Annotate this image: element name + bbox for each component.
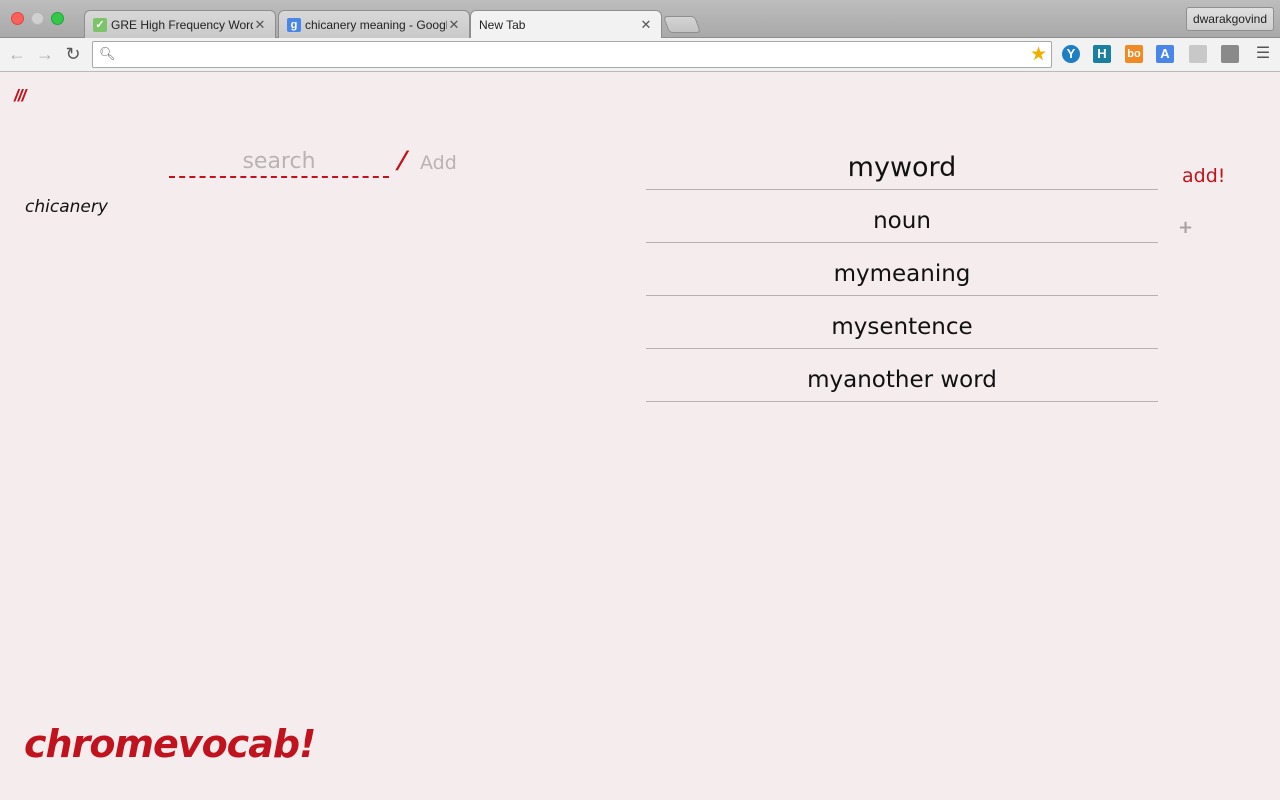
list-item[interactable]: chicanery [25,196,108,218]
tab-close-icon[interactable]: ✕ [447,17,461,33]
minimize-window-button[interactable] [31,12,44,25]
google-icon: g [287,17,301,32]
separator-slash: / [394,146,411,174]
meaning-field[interactable] [646,252,1158,296]
extension-puzzle-icon[interactable] [1221,45,1239,63]
tab-label: chicanery meaning - Googl [305,17,447,32]
close-window-button[interactable] [11,12,24,25]
new-tab-button[interactable] [662,16,702,33]
another-word-field[interactable] [646,358,1158,402]
yoono-icon[interactable]: Y [1062,45,1080,63]
add-field-plus-icon[interactable]: + [1178,217,1193,238]
address-bar[interactable]: 🔍︎ ★ [92,41,1052,68]
reload-icon[interactable]: ↻ [62,43,84,65]
word-list: chicanery [25,196,108,218]
zoom-window-button[interactable] [51,12,64,25]
word-field[interactable] [646,146,1158,190]
app-logo-mark: /// [14,86,26,105]
sentence-field[interactable] [646,305,1158,349]
hacker-news-icon[interactable]: H [1093,45,1111,63]
bookmark-star-icon[interactable]: ★ [1030,43,1047,66]
tab-close-icon[interactable]: ✕ [639,17,653,33]
tab-label: GRE High Frequency Word [111,17,253,32]
browser-tab-new-tab[interactable]: New Tab ✕ [470,10,662,39]
add-mode-link[interactable]: Add [420,152,457,174]
window-titlebar: ✓ GRE High Frequency Word ✕ g chicanery … [0,0,1280,39]
brand-logo: chromevocab! [24,722,316,766]
extension-gray-icon[interactable] [1189,45,1207,63]
bo-icon[interactable]: bo [1125,45,1143,63]
search-input[interactable] [169,146,389,178]
search-icon: 🔍︎ [99,46,116,61]
tab-close-icon[interactable]: ✕ [253,17,267,33]
browser-tab-gre[interactable]: ✓ GRE High Frequency Word ✕ [84,10,276,38]
add-word-button[interactable]: add! [1182,165,1225,187]
word-type-field[interactable] [646,199,1158,243]
menu-hamburger-icon[interactable]: ☰ [1252,43,1274,65]
tab-label: New Tab [479,18,526,32]
translate-icon[interactable]: A [1156,45,1174,63]
profile-button[interactable]: dwarakgovind [1185,7,1274,31]
browser-toolbar: ← → ↻ 🔍︎ ★ Y H bo A ☰ [0,38,1280,72]
forward-arrow-icon[interactable]: → [34,43,56,65]
back-arrow-icon[interactable]: ← [6,43,28,65]
check-icon: ✓ [93,17,107,32]
browser-tab-google[interactable]: g chicanery meaning - Googl ✕ [278,10,470,38]
